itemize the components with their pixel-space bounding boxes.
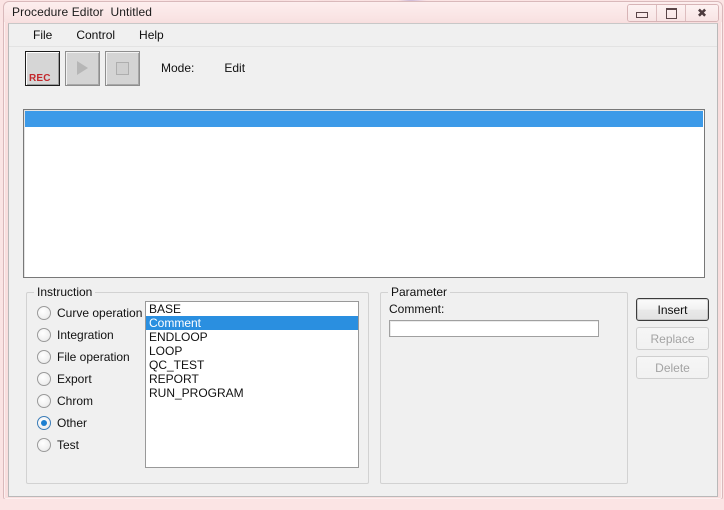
parameter-group: Parameter Comment: xyxy=(380,285,628,484)
list-item[interactable]: LOOP xyxy=(146,344,358,358)
list-item[interactable]: QC_TEST xyxy=(146,358,358,372)
list-item[interactable]: REPORT xyxy=(146,372,358,386)
radio-test[interactable]: Test xyxy=(37,434,152,456)
mode-value: Edit xyxy=(224,61,246,75)
procedure-list-row[interactable] xyxy=(25,111,703,127)
title-bar: Procedure Editor Untitled ✖ xyxy=(4,2,722,22)
record-icon: REC xyxy=(29,72,51,84)
minimize-icon xyxy=(636,12,648,18)
menu-file[interactable]: File xyxy=(21,26,64,45)
radio-file-operation[interactable]: File operation xyxy=(37,346,152,368)
window-title: Procedure Editor Untitled xyxy=(12,5,153,19)
close-icon: ✖ xyxy=(696,6,708,20)
radio-icon xyxy=(37,394,51,408)
radio-label: Integration xyxy=(57,328,114,342)
maximize-icon xyxy=(665,7,677,19)
instruction-listbox[interactable]: BASE Comment ENDLOOP LOOP QC_TEST REPORT… xyxy=(145,301,359,468)
play-button xyxy=(65,50,100,86)
list-item[interactable]: RUN_PROGRAM xyxy=(146,386,358,400)
radio-label: File operation xyxy=(57,350,130,364)
delete-button: Delete xyxy=(636,356,709,379)
instruction-group-title: Instruction xyxy=(34,285,96,299)
radio-icon xyxy=(37,350,51,364)
stop-icon xyxy=(116,61,129,75)
radio-chrom[interactable]: Chrom xyxy=(37,390,152,412)
desktop-bottom-strip xyxy=(0,499,724,510)
radio-curve-operation[interactable]: Curve operation xyxy=(37,302,152,324)
procedure-list[interactable] xyxy=(23,109,705,278)
radio-icon xyxy=(37,438,51,452)
list-item[interactable]: BASE xyxy=(146,302,358,316)
radio-other[interactable]: Other xyxy=(37,412,152,434)
radio-label: Chrom xyxy=(57,394,94,408)
comment-input[interactable] xyxy=(389,320,599,337)
comment-label: Comment: xyxy=(389,302,445,316)
insert-button[interactable]: Insert xyxy=(636,298,709,321)
stop-button xyxy=(105,50,140,86)
instruction-category-radios: Curve operation Integration File operati… xyxy=(37,302,152,456)
radio-icon-selected xyxy=(37,416,51,430)
toolbar: REC Mode: Edit xyxy=(9,47,717,89)
window-client-area: File Control Help REC Mode: Edit Instruc… xyxy=(8,23,718,497)
play-icon xyxy=(77,60,88,75)
menu-control[interactable]: Control xyxy=(64,26,127,45)
radio-label: Curve operation xyxy=(57,306,143,320)
screenshot-root: Procedure Editor Untitled ✖ File Control… xyxy=(0,0,724,510)
instruction-group: Instruction Curve operation Integration … xyxy=(26,285,369,484)
menu-help[interactable]: Help xyxy=(127,26,176,45)
record-button[interactable]: REC xyxy=(25,50,60,86)
radio-integration[interactable]: Integration xyxy=(37,324,152,346)
radio-export[interactable]: Export xyxy=(37,368,152,390)
radio-icon xyxy=(37,328,51,342)
procedure-editor-window: Procedure Editor Untitled ✖ File Control… xyxy=(3,1,723,500)
maximize-button[interactable] xyxy=(657,5,686,21)
radio-label: Export xyxy=(57,372,92,386)
minimize-button[interactable] xyxy=(628,5,657,21)
parameter-group-title: Parameter xyxy=(388,285,451,299)
list-item[interactable]: ENDLOOP xyxy=(146,330,358,344)
list-item[interactable]: Comment xyxy=(146,316,358,330)
radio-label: Test xyxy=(57,438,80,452)
menu-bar: File Control Help xyxy=(9,24,717,47)
replace-button: Replace xyxy=(636,327,709,350)
window-controls: ✖ xyxy=(627,4,719,22)
radio-label: Other xyxy=(57,416,88,430)
close-window-button[interactable]: ✖ xyxy=(686,5,718,21)
mode-label: Mode: xyxy=(161,61,195,75)
radio-icon xyxy=(37,306,51,320)
radio-icon xyxy=(37,372,51,386)
